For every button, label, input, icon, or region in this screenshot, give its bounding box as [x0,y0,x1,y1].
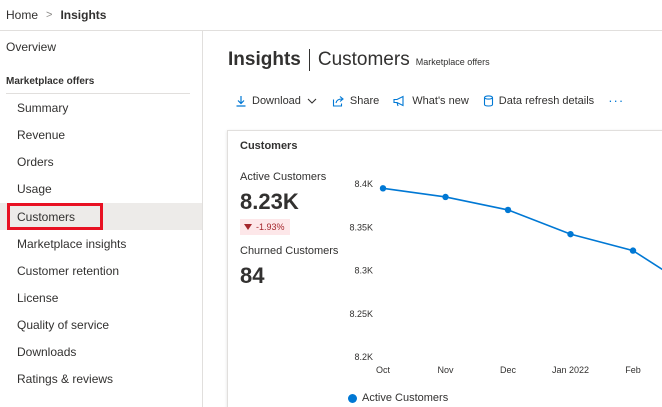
x-tick-label: Jan 2022 [552,365,589,375]
sidebar-item-summary[interactable]: Summary [0,94,202,121]
x-tick-label: Oct [376,365,391,375]
megaphone-icon [393,95,404,106]
chart-legend: Active Customers [348,392,448,404]
breadcrumb-home-link[interactable]: Home [6,8,38,22]
sidebar-item-label: Usage [17,181,52,196]
sidebar-item-label: Customer retention [17,263,120,278]
share-button[interactable]: Share [332,95,379,107]
x-tick-label: Feb [625,365,641,375]
x-tick-label: Dec [500,365,517,375]
download-label: Download [252,94,301,107]
sidebar-item-label: Summary [17,100,69,115]
y-tick-label: 8.35K [349,222,373,232]
breadcrumb-separator: > [46,9,53,21]
sidebar-item-label: Downloads [17,344,77,359]
sidebar-item-overview[interactable]: Overview [6,40,56,54]
data-point [379,185,387,192]
legend-label: Active Customers [362,392,449,404]
toolbar: Download Share What's new Data refresh d… [235,93,624,108]
sidebar-item-license[interactable]: License [0,284,202,311]
data-point [629,247,637,254]
legend-swatch [348,393,357,403]
data-refresh-details-button[interactable]: Data refresh details [483,95,594,107]
customers-card: Customers Active Customers 8.23K -1.93% … [227,130,662,407]
sidebar-item-label: License [17,290,59,305]
download-icon [236,95,246,107]
share-icon [332,95,344,107]
more-options-button[interactable]: ··· [608,93,624,108]
whats-new-label: What's new [412,94,469,107]
page-title-sub: Customers [317,49,410,70]
share-label: Share [349,94,380,107]
database-icon [483,94,493,107]
x-tick-label: Nov [437,365,454,375]
sidebar-item-ratings-reviews[interactable]: Ratings & reviews [0,365,202,392]
y-tick-label: 8.4K [354,179,373,189]
y-tick-label: 8.2K [354,352,373,362]
sidebar-item-label: Revenue [17,127,66,142]
sidebar-item-label: Marketplace insights [17,236,127,251]
whats-new-button[interactable]: What's new [393,95,469,107]
sidebar: Overview Marketplace offers Summary Reve… [0,31,203,407]
sidebar-item-label: Orders [17,154,54,169]
data-point [567,230,574,238]
page-title-main: Insights [228,49,301,70]
y-tick-label: 8.3K [354,266,373,276]
sidebar-item-quality-of-service[interactable]: Quality of service [0,311,202,338]
sidebar-group-title: Marketplace offers [6,76,95,87]
download-button[interactable]: Download [235,95,318,107]
sidebar-item-marketplace-insights[interactable]: Marketplace insights [0,230,202,257]
sidebar-item-revenue[interactable]: Revenue [0,121,202,148]
selection-highlight-box [7,203,103,230]
data-refresh-label: Data refresh details [498,94,595,107]
sidebar-item-usage[interactable]: Usage [0,175,202,202]
active-customers-chart: 8.4K 8.35K 8.3K 8.25K 8.2KOct Nov Dec Jan 2022 F… [349,179,662,375]
data-point [504,206,512,214]
chevron-down-icon [307,98,317,104]
main-content: Insights Customers Marketplace offers Do… [204,31,662,407]
breadcrumb: Home > Insights [0,0,662,31]
title-divider [308,49,310,71]
series-line-active-customers [382,187,662,271]
sidebar-item-label: Ratings & reviews [17,371,114,386]
y-tick-label: 8.25K [349,309,373,319]
breadcrumb-current: Insights [60,8,107,22]
page-title-tag: Marketplace offers [415,57,490,67]
sidebar-item-downloads[interactable]: Downloads [0,338,202,365]
data-point [442,193,449,201]
sidebar-item-customer-retention[interactable]: Customer retention [0,257,202,284]
page-title: Insights Customers Marketplace offers [228,49,490,71]
sidebar-item-orders[interactable]: Orders [0,148,202,175]
sidebar-item-label: Quality of service [17,317,110,332]
